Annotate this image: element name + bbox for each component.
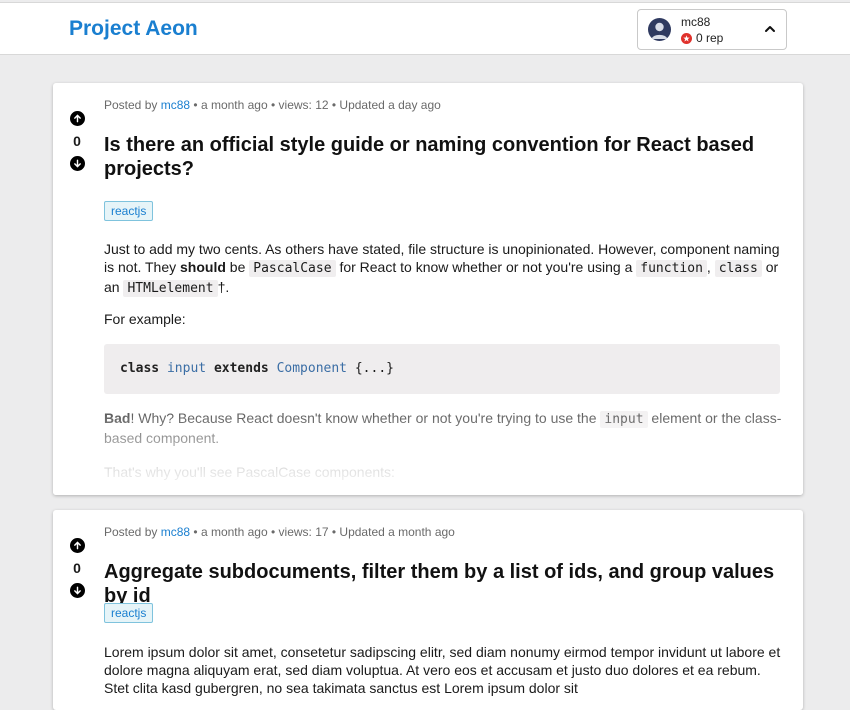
post-title[interactable]: Is there an official style guide or nami…: [104, 133, 784, 181]
chevron-up-icon: [765, 26, 775, 32]
upvote-icon[interactable]: [69, 538, 85, 553]
post-title[interactable]: Aggregate subdocuments, filter them by a…: [104, 560, 784, 608]
post-card: 0 Posted by mc88 • a month ago • views: …: [53, 83, 803, 495]
downvote-icon[interactable]: [69, 583, 85, 598]
inline-code: HTMLelement: [123, 280, 218, 297]
vote-control: 0: [69, 111, 85, 171]
vote-control: 0: [69, 538, 85, 598]
rep-count: 0 rep: [696, 31, 724, 45]
inline-code: function: [636, 260, 707, 277]
meta-prefix: Posted by: [104, 525, 158, 539]
post-card: 0 Posted by mc88 • a month ago • views: …: [53, 510, 803, 710]
post-paragraph: For example:: [104, 311, 186, 327]
post-paragraph: Just to add my two cents. As others have…: [104, 241, 780, 297]
meta-details: • a month ago • views: 12 • Updated a da…: [193, 98, 441, 112]
vote-count: 0: [73, 133, 81, 149]
tag-reactjs[interactable]: reactjs: [104, 201, 154, 221]
inline-code: class: [714, 260, 762, 277]
vote-count: 0: [73, 560, 81, 576]
post-paragraph: Bad! Why? Because React doesn't know whe…: [104, 410, 782, 446]
post-meta: Posted by mc88 • a month ago • views: 17…: [104, 525, 455, 539]
tag-reactjs[interactable]: reactjs: [104, 603, 154, 623]
brand-link[interactable]: Project Aeon: [69, 17, 198, 41]
code-block: class input extends Component {...}: [104, 344, 780, 394]
post-meta: Posted by mc88 • a month ago • views: 12…: [104, 98, 441, 112]
author-link[interactable]: mc88: [161, 98, 190, 112]
post-paragraph: Lorem ipsum dolor sit amet, consetetur s…: [104, 644, 781, 696]
inline-code: input: [600, 411, 648, 428]
post-paragraph: That's why you'll see PascalCase compone…: [104, 464, 395, 480]
user-menu-button[interactable]: mc88 0 rep: [637, 9, 787, 50]
avatar-icon: [648, 18, 671, 41]
rep-star-icon: [681, 32, 692, 44]
author-link[interactable]: mc88: [161, 525, 190, 539]
inline-code: PascalCase: [249, 260, 336, 277]
user-name: mc88: [681, 15, 711, 29]
upvote-icon[interactable]: [69, 111, 85, 126]
meta-prefix: Posted by: [104, 98, 158, 112]
downvote-icon[interactable]: [69, 156, 85, 171]
top-bar: Project Aeon mc88 0 rep: [0, 2, 850, 55]
reputation: 0 rep: [681, 31, 723, 45]
meta-details: • a month ago • views: 17 • Updated a mo…: [193, 525, 455, 539]
